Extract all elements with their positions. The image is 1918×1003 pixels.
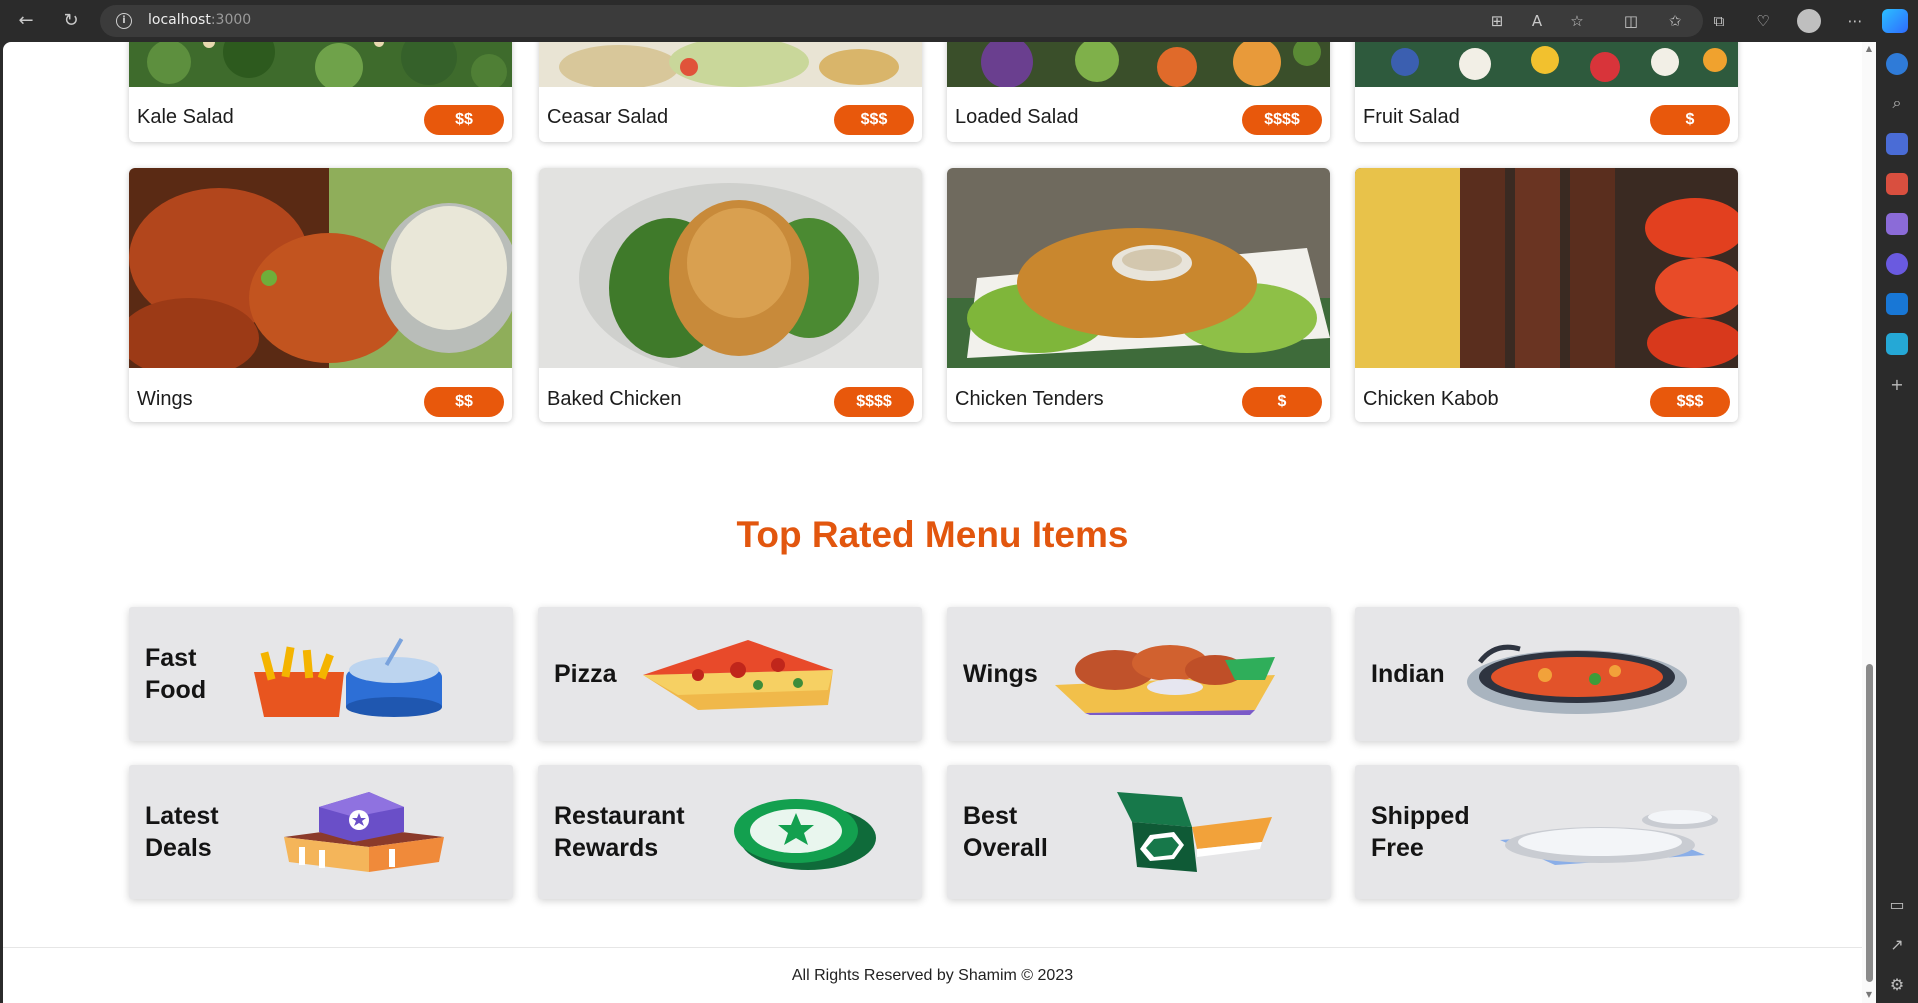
fries-bucket-icon (254, 638, 442, 717)
address-bar[interactable]: i localhost:3000 (100, 5, 1703, 37)
food-name: Wings (137, 388, 193, 410)
price-badge[interactable]: $$$$ (1242, 105, 1322, 135)
favorites-icon[interactable]: ✩ (1664, 10, 1686, 32)
back-icon[interactable]: ← (12, 8, 40, 34)
category-label: Indian (1371, 660, 1445, 688)
food-card[interactable]: Loaded Salad $$$$ (947, 42, 1330, 142)
address-url[interactable]: localhost:3000 (148, 12, 251, 28)
site-info-icon[interactable]: i (116, 13, 132, 29)
games-icon[interactable] (1886, 213, 1908, 235)
food-card[interactable]: Ceasar Salad $$$ (539, 42, 922, 142)
split-screen-icon[interactable]: ◫ (1620, 10, 1642, 32)
food-name: Fruit Salad (1363, 106, 1460, 128)
chicken-kabob-image (1355, 168, 1738, 368)
tools-icon[interactable] (1886, 173, 1908, 195)
food-card[interactable]: Baked Chicken $$$$ (539, 168, 922, 422)
category-tile-pizza[interactable]: Pizza (538, 607, 922, 741)
category-label: Best Overall (963, 802, 1048, 862)
food-name: Baked Chicken (547, 388, 682, 410)
reload-icon[interactable]: ↻ (57, 8, 85, 34)
food-card[interactable]: Wings $$ (129, 168, 512, 422)
price-badge[interactable]: $ (1242, 387, 1322, 417)
category-label: Shipped Free (1371, 802, 1470, 862)
category-label: Fast Food (145, 644, 207, 704)
outlook-icon[interactable] (1886, 293, 1908, 315)
sidebar-panel-icon[interactable]: ▭ (1886, 894, 1908, 916)
category-label: Pizza (554, 660, 617, 688)
add-icon[interactable]: + (1886, 374, 1908, 396)
shopping-icon[interactable] (1886, 133, 1908, 155)
more-menu-icon[interactable]: ⋯ (1844, 10, 1866, 32)
loaded-salad-image (947, 42, 1330, 87)
category-tile-shipped-free[interactable]: Shipped Free (1355, 765, 1739, 899)
category-label: Restaurant Rewards (554, 802, 685, 862)
category-label: Wings (963, 660, 1038, 688)
food-name: Kale Salad (137, 106, 234, 128)
scrollbar-thumb[interactable] (1866, 664, 1873, 982)
food-name: Loaded Salad (955, 106, 1079, 128)
kale-salad-image (129, 42, 512, 87)
award-box-icon (1117, 792, 1272, 872)
drop-icon[interactable] (1886, 333, 1908, 355)
browser-essentials-icon[interactable]: ♡ (1752, 10, 1774, 32)
scroll-down-arrow[interactable]: ▼ (1864, 990, 1874, 1000)
food-card[interactable]: Kale Salad $$ (129, 42, 512, 142)
notifications-icon[interactable] (1886, 53, 1908, 75)
category-tile-fast-food[interactable]: Fast Food (129, 607, 513, 741)
footer-text: All Rights Reserved by Shamim © 2023 (791, 967, 1074, 984)
ceasar-salad-image (539, 42, 922, 87)
curry-pan-icon (1467, 644, 1687, 714)
price-badge[interactable]: $$$$ (834, 387, 914, 417)
price-badge[interactable]: $$ (424, 105, 504, 135)
price-badge[interactable]: $$$ (834, 105, 914, 135)
edge-sidebar: ⌕ + ▭ ↗ ⚙ (1876, 42, 1918, 1003)
section-title: Top Rated Menu Items (736, 514, 1129, 555)
settings-gear-icon[interactable]: ⚙ (1886, 974, 1908, 996)
open-external-icon[interactable]: ↗ (1886, 934, 1908, 956)
chicken-tenders-image (947, 168, 1330, 368)
page-viewport: Kale Salad $$ Ceasar Salad $$$ Loaded Sa… (3, 42, 1876, 1003)
fruit-salad-image (1355, 42, 1738, 87)
collections-icon[interactable]: ⧉ (1708, 10, 1730, 32)
baked-chicken-image (539, 168, 922, 368)
search-icon[interactable]: ⌕ (1886, 92, 1908, 114)
category-tile-latest-deals[interactable]: Latest Deals (129, 765, 513, 899)
wings-image (129, 168, 512, 368)
browser-toolbar: ← ↻ i localhost:3000 ⊞ A ☆ ◫ ✩ ⧉ ♡ ⋯ (0, 0, 1918, 42)
favorite-star-icon[interactable]: ☆ (1566, 10, 1588, 32)
food-name: Chicken Tenders (955, 388, 1104, 410)
plates-icon (1500, 810, 1718, 865)
read-aloud-icon[interactable]: A (1526, 10, 1548, 32)
app-available-icon[interactable]: ⊞ (1486, 10, 1508, 32)
category-tile-best-overall[interactable]: Best Overall (947, 765, 1331, 899)
price-badge[interactable]: $$$ (1650, 387, 1730, 417)
deals-box-icon (284, 792, 444, 872)
scroll-up-arrow[interactable]: ▲ (1864, 44, 1874, 54)
pizza-slice-icon (643, 640, 833, 710)
food-name: Ceasar Salad (547, 106, 669, 128)
copilot-icon[interactable] (1882, 9, 1908, 33)
food-name: Chicken Kabob (1363, 388, 1499, 410)
microsoft365-icon[interactable] (1886, 253, 1908, 275)
food-card[interactable]: Chicken Kabob $$$ (1355, 168, 1738, 422)
category-tile-wings[interactable]: Wings (947, 607, 1331, 741)
rewards-token-icon (734, 799, 876, 870)
category-tile-indian[interactable]: Indian (1355, 607, 1739, 741)
footer-divider (3, 947, 1862, 948)
category-label: Latest Deals (145, 802, 219, 862)
price-badge[interactable]: $ (1650, 105, 1730, 135)
category-tile-restaurant-rewards[interactable]: Restaurant Rewards (538, 765, 922, 899)
wings-tray-icon (1055, 645, 1275, 715)
profile-avatar[interactable] (1797, 9, 1821, 33)
food-card[interactable]: Fruit Salad $ (1355, 42, 1738, 142)
page-scrollbar[interactable]: ▲ ▼ (1862, 42, 1876, 1003)
price-badge[interactable]: $$ (424, 387, 504, 417)
food-card[interactable]: Chicken Tenders $ (947, 168, 1330, 422)
